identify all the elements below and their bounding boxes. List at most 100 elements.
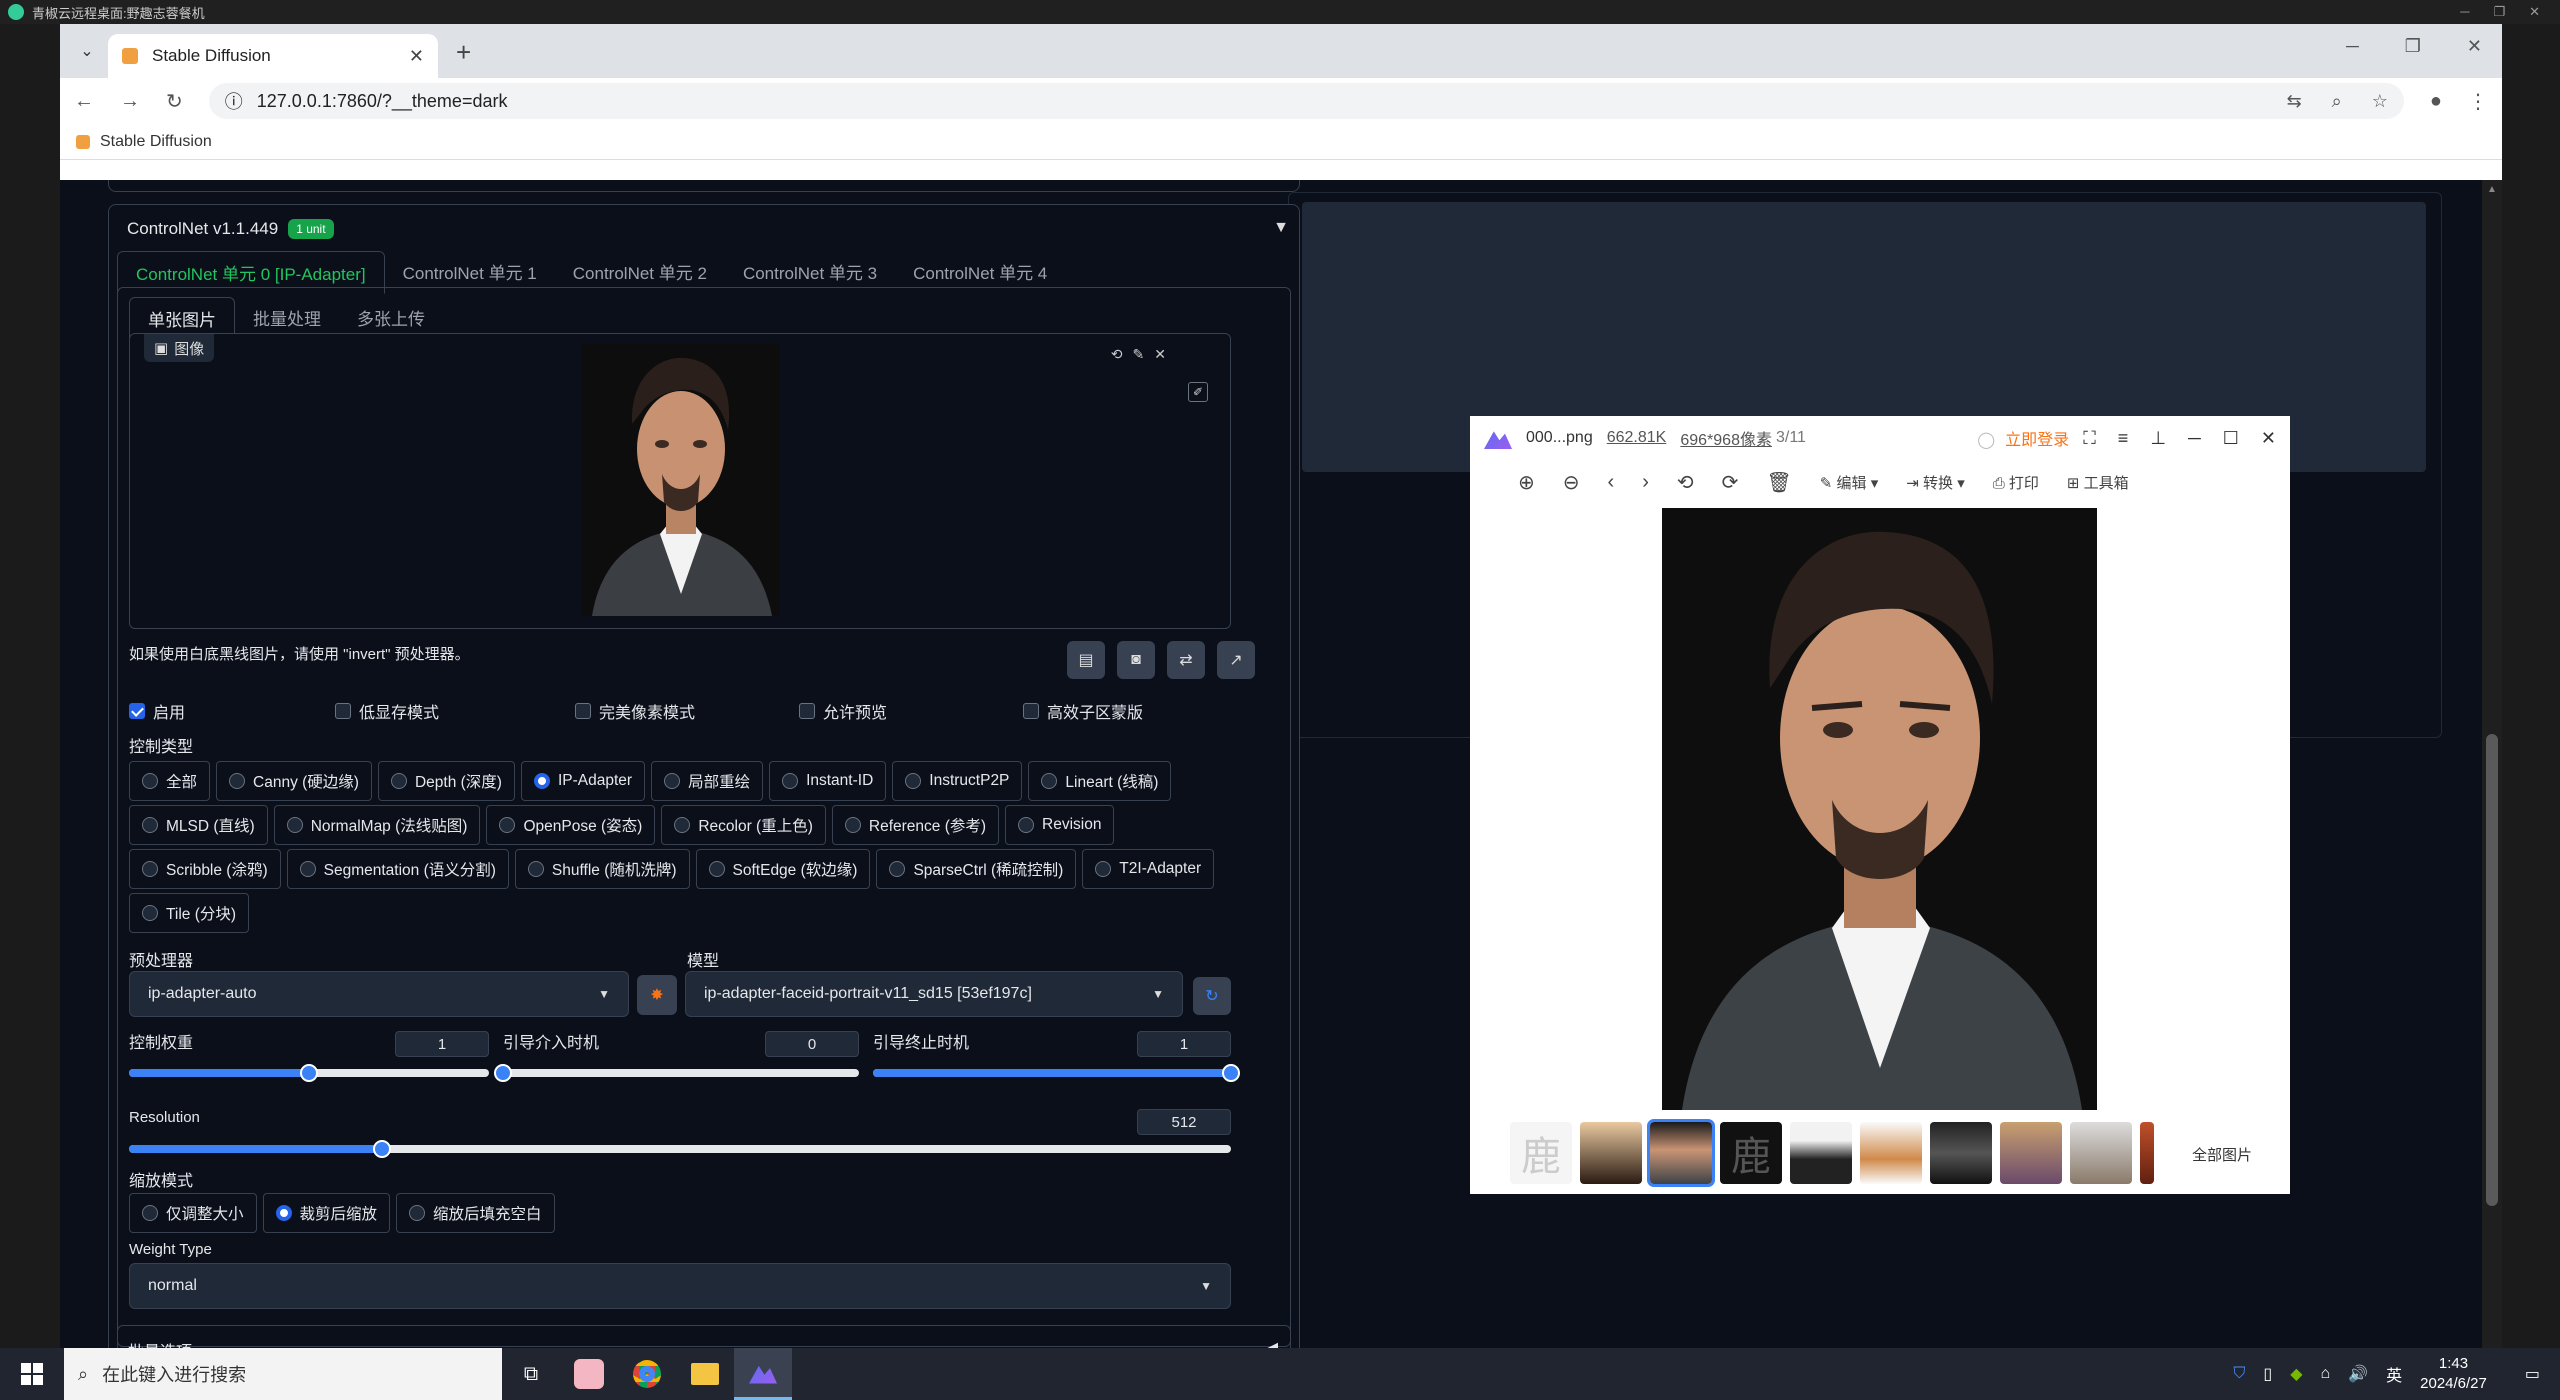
batch-options-accordion[interactable]: 批量选项 ◀: [117, 1325, 1291, 1348]
tab-close-icon[interactable]: ✕: [409, 46, 424, 67]
checkbox-option[interactable]: 高效子区蒙版: [1023, 699, 1143, 723]
minimize-icon[interactable]: ─: [2460, 4, 2469, 20]
radio-circle[interactable]: [142, 773, 158, 789]
thumbnail[interactable]: [1860, 1122, 1922, 1184]
model-select[interactable]: ip-adapter-faceid-portrait-v11_sd15 [53e…: [685, 971, 1183, 1017]
rotate-icon[interactable]: ⟲: [1111, 346, 1123, 363]
image-viewer-taskbar-icon[interactable]: [734, 1348, 792, 1400]
start-button[interactable]: [0, 1348, 64, 1400]
radio-circle[interactable]: [142, 861, 158, 877]
clear-icon[interactable]: ✕: [1154, 346, 1166, 363]
radio-option[interactable]: 裁剪后缩放: [262, 1193, 391, 1233]
device-icon[interactable]: ▯: [2263, 1364, 2272, 1384]
thumbnail[interactable]: [1790, 1122, 1852, 1184]
edit-icon[interactable]: ✎: [1133, 346, 1145, 363]
notifications-icon[interactable]: ▭: [2525, 1364, 2540, 1384]
radio-circle[interactable]: [527, 861, 544, 877]
webcam-icon[interactable]: ◙: [1117, 641, 1155, 679]
send-dimensions-icon[interactable]: ↗: [1217, 641, 1255, 679]
radio-option[interactable]: Revision: [1005, 805, 1115, 845]
site-info-icon[interactable]: ⓘ: [225, 88, 243, 114]
radio-circle[interactable]: [499, 817, 516, 833]
pin-icon[interactable]: ⊥: [2150, 428, 2166, 449]
delete-icon[interactable]: 🗑: [1766, 470, 1791, 495]
viewer-filesize[interactable]: 662.81K: [1607, 429, 1667, 447]
radio-option[interactable]: 全部: [129, 761, 211, 801]
radio-circle[interactable]: [674, 817, 691, 833]
zoom-out-icon[interactable]: ⊖: [1563, 470, 1580, 495]
weight-slider[interactable]: [129, 1064, 489, 1082]
forward-icon[interactable]: →: [120, 90, 140, 113]
clock[interactable]: 1:43 2024/6/27: [2420, 1354, 2487, 1394]
print-button[interactable]: ⎙ 打印: [1993, 472, 2039, 493]
checkbox-box[interactable]: [129, 703, 145, 719]
radio-option[interactable]: T2I-Adapter: [1082, 849, 1215, 889]
thumbnail[interactable]: 鹿: [1510, 1122, 1572, 1184]
scroll-up-icon[interactable]: ▲: [2487, 184, 2497, 195]
radio-option[interactable]: NormalMap (法线贴图): [273, 805, 481, 845]
resolution-slider[interactable]: [129, 1140, 1231, 1158]
start-slider-handle[interactable]: [494, 1064, 512, 1082]
controlnet-header[interactable]: ControlNet v1.1.449 1 unit: [127, 219, 334, 239]
checkbox-box[interactable]: [335, 703, 351, 719]
restore-icon[interactable]: ❐: [2405, 36, 2421, 57]
thumbnail-selected[interactable]: [1647, 1119, 1715, 1187]
radio-option[interactable]: 缩放后填充空白: [396, 1193, 555, 1233]
radio-option[interactable]: Canny (硬边缘): [216, 761, 372, 801]
zoom-icon[interactable]: ⌕: [2332, 91, 2342, 112]
maximize-icon[interactable]: ☐: [2223, 428, 2239, 449]
radio-option[interactable]: IP-Adapter: [520, 761, 646, 801]
radio-circle[interactable]: [889, 861, 906, 877]
radio-option[interactable]: Segmentation (语义分割): [286, 849, 509, 889]
minimize-icon[interactable]: ─: [2188, 428, 2201, 449]
scrollbar-thumb[interactable]: [2486, 734, 2498, 1206]
browser-tab[interactable]: Stable Diffusion ✕: [108, 34, 438, 78]
fullscreen-icon[interactable]: ⛶: [2083, 428, 2096, 449]
previous-icon[interactable]: ‹: [1608, 471, 1615, 494]
menu-icon[interactable]: ≡: [2118, 428, 2129, 449]
new-tab-icon[interactable]: +: [456, 37, 471, 68]
radio-option[interactable]: 局部重绘: [651, 761, 764, 801]
radio-option[interactable]: MLSD (直线): [129, 805, 268, 845]
nvidia-icon[interactable]: ◆: [2290, 1364, 2302, 1384]
translate-icon[interactable]: ⇆: [2287, 91, 2302, 112]
thumbnail[interactable]: 鹿: [1720, 1122, 1782, 1184]
close-icon[interactable]: ✕: [2529, 4, 2540, 20]
profile-icon[interactable]: ●: [2430, 90, 2442, 113]
task-view-icon[interactable]: ⧉: [502, 1348, 560, 1400]
radio-option[interactable]: Shuffle (随机洗牌): [514, 849, 690, 889]
image-upload-area[interactable]: ▣ 图像 ⟲ ✎ ✕ ✐: [129, 333, 1231, 629]
start-slider[interactable]: [494, 1064, 859, 1082]
radio-circle[interactable]: [286, 817, 303, 833]
radio-option[interactable]: Instant-ID: [769, 761, 887, 801]
end-slider[interactable]: [873, 1064, 1240, 1082]
network-icon[interactable]: ⌂: [2321, 1365, 2331, 1383]
all-images-link[interactable]: 全部图片: [2192, 1144, 2252, 1165]
bookmark-item[interactable]: Stable Diffusion: [100, 133, 212, 151]
radio-circle[interactable]: [142, 817, 158, 833]
address-bar[interactable]: ⓘ 127.0.0.1:7860/?__theme=dark ⇆ ⌕ ☆: [208, 83, 2404, 119]
brush-icon[interactable]: ✐: [1188, 382, 1208, 402]
shield-icon[interactable]: ⛉: [2233, 1365, 2245, 1383]
radio-circle[interactable]: [275, 1205, 292, 1221]
toolbox-button[interactable]: ⊞ 工具箱: [2067, 472, 2129, 493]
restore-icon[interactable]: ❐: [2493, 4, 2505, 20]
app-icon-sd[interactable]: [560, 1348, 618, 1400]
close-icon[interactable]: ✕: [2467, 36, 2482, 57]
volume-icon[interactable]: 🔊: [2348, 1364, 2368, 1384]
start-input[interactable]: 0: [765, 1031, 859, 1057]
radio-circle[interactable]: [390, 773, 407, 789]
radio-option[interactable]: SoftEdge (软边缘): [695, 849, 871, 889]
radio-circle[interactable]: [708, 861, 725, 877]
radio-circle[interactable]: [844, 817, 861, 833]
chrome-icon[interactable]: [618, 1348, 676, 1400]
checkbox-box[interactable]: [1023, 703, 1039, 719]
thumbnail[interactable]: [1580, 1122, 1642, 1184]
radio-circle[interactable]: [533, 773, 550, 789]
checkbox-option[interactable]: 低显存模式: [335, 699, 439, 723]
radio-circle[interactable]: [664, 773, 681, 789]
file-explorer-icon[interactable]: [676, 1348, 734, 1400]
checkbox-box[interactable]: [799, 703, 815, 719]
next-icon[interactable]: ›: [1642, 471, 1649, 494]
ime-indicator[interactable]: 英: [2386, 1362, 2402, 1386]
